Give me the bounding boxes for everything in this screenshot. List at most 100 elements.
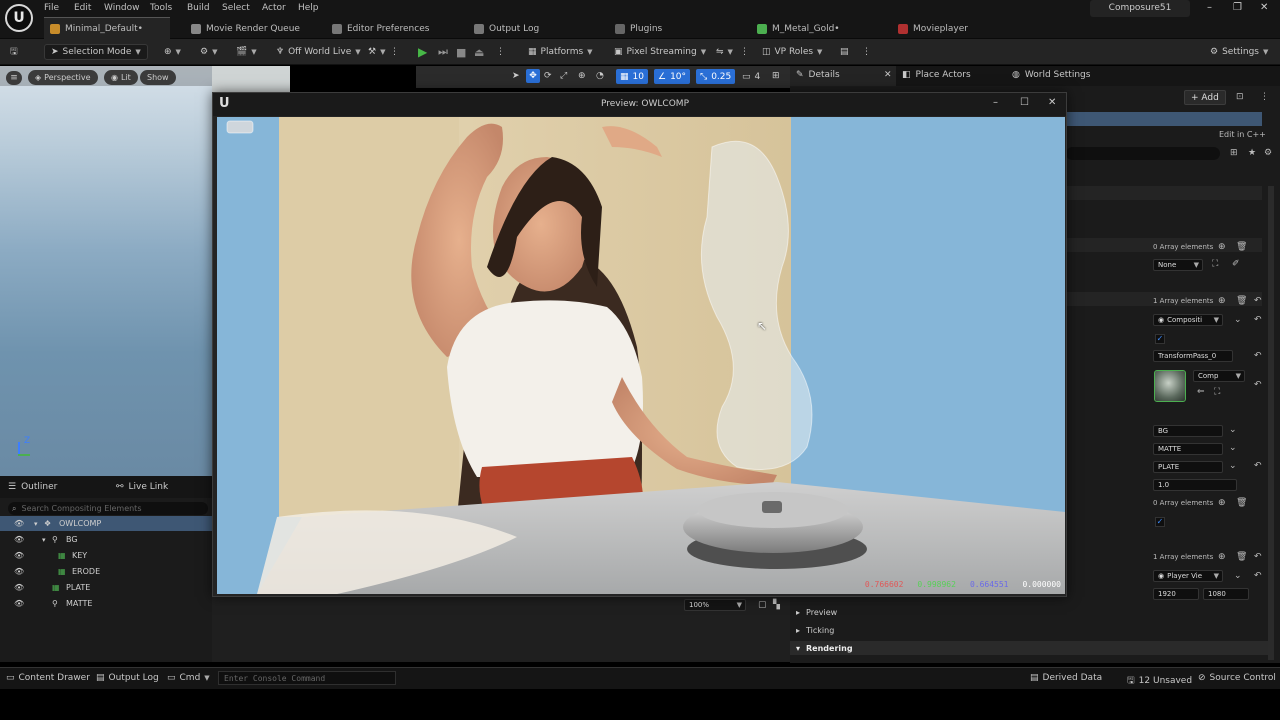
settings-button[interactable]: ⚙ Settings ▼ bbox=[1210, 44, 1268, 60]
console-input[interactable]: Enter Console Command bbox=[218, 671, 396, 685]
outliner-row-owlcomp[interactable]: 👁 ▾ ❖ OWLCOMP bbox=[0, 516, 212, 531]
eye-icon[interactable]: 👁 bbox=[14, 583, 24, 592]
menu-select[interactable]: Select bbox=[222, 3, 250, 13]
camera-icon[interactable]: ▤ bbox=[840, 44, 849, 60]
show-button[interactable]: Show bbox=[140, 70, 176, 85]
player-view-dropdown[interactable]: ◉ Player Vie ▼ bbox=[1153, 570, 1223, 582]
chevron-down-icon[interactable]: ⌄ bbox=[1234, 315, 1242, 325]
world-button[interactable]: ♆ Off World Live ▼ bbox=[276, 44, 361, 60]
grid-snap-button[interactable]: ▦ 10 bbox=[616, 69, 648, 84]
platforms-button[interactable]: ▦ Platforms ▼ bbox=[528, 44, 593, 60]
reset-icon[interactable]: ↶ bbox=[1254, 380, 1262, 390]
eye-icon[interactable]: 👁 bbox=[14, 519, 24, 528]
derived-data-button[interactable]: ▤ Derived Data bbox=[1030, 673, 1102, 683]
minimize-icon[interactable]: – bbox=[993, 97, 998, 108]
bg-element-field[interactable]: BG bbox=[1153, 425, 1223, 437]
tab-output-log[interactable]: Output Log bbox=[474, 21, 539, 37]
tab-outliner[interactable]: ☰ Outliner bbox=[8, 482, 57, 492]
outliner-row-key[interactable]: 👁 ▦ KEY bbox=[0, 548, 212, 563]
eye-icon[interactable]: 👁 bbox=[14, 551, 24, 560]
move-icon[interactable]: ✥ bbox=[526, 69, 540, 83]
tab-world-settings[interactable]: ◍ World Settings bbox=[1012, 70, 1090, 80]
eye-icon[interactable]: 👁 bbox=[14, 599, 24, 608]
menu-edit[interactable]: Edit bbox=[74, 3, 91, 13]
unreal-logo[interactable]: U bbox=[5, 4, 33, 32]
maximize-icon[interactable]: ☐ bbox=[1020, 97, 1029, 108]
details-search-input[interactable] bbox=[1066, 147, 1220, 160]
add-element-icon[interactable]: ⊕ bbox=[1218, 498, 1226, 508]
lit-button[interactable]: ◉ Lit bbox=[104, 70, 138, 85]
outliner-row-bg[interactable]: 👁 ▾ ⚲ BG bbox=[0, 532, 212, 547]
reset-icon[interactable]: ↶ bbox=[1254, 461, 1262, 471]
reset-icon[interactable]: ↶ bbox=[1254, 552, 1262, 562]
reset-icon[interactable]: ↶ bbox=[1254, 351, 1262, 361]
plate-element-field[interactable]: PLATE bbox=[1153, 461, 1223, 473]
unsaved-button[interactable]: 🖫 12 Unsaved bbox=[1127, 673, 1192, 689]
eject-icon[interactable]: ⏏ bbox=[474, 44, 484, 60]
section-ticking[interactable]: ▸ Ticking bbox=[796, 626, 834, 635]
resolution-width-field[interactable]: 1920 bbox=[1153, 588, 1199, 600]
advance-frame-icon[interactable]: ⏭ bbox=[438, 44, 448, 60]
blueprint-icon[interactable]: ⊡ bbox=[1236, 92, 1244, 102]
maximize-icon[interactable]: ❐ bbox=[1233, 2, 1242, 13]
selection-mode-button[interactable]: ➤ Selection Mode ▼ bbox=[44, 44, 148, 60]
trash-icon[interactable]: 🗑 bbox=[1236, 552, 1247, 562]
sequencer-icon[interactable]: ⇋ ▼ bbox=[716, 44, 733, 60]
close-icon[interactable]: ✕ bbox=[1260, 2, 1268, 13]
minimize-icon[interactable]: – bbox=[1207, 2, 1212, 13]
reset-icon[interactable]: ↶ bbox=[1254, 296, 1262, 306]
globe-icon[interactable]: ⊕ bbox=[578, 71, 586, 81]
outliner-search-input[interactable]: ⌕ Search Compositing Elements bbox=[8, 502, 208, 515]
more-icon[interactable]: ⋮ bbox=[862, 44, 871, 60]
rotate-icon[interactable]: ⟳ bbox=[544, 71, 552, 81]
comp-dropdown[interactable]: Comp ▼ bbox=[1193, 370, 1245, 382]
section-rendering[interactable]: ▾ Rendering bbox=[796, 644, 853, 653]
tab-details[interactable]: ✎ Details bbox=[796, 70, 840, 80]
value-field[interactable]: 1.0 bbox=[1153, 479, 1237, 491]
menu-tools[interactable]: Tools bbox=[150, 3, 172, 13]
tab-editor-preferences[interactable]: Editor Preferences bbox=[332, 21, 429, 37]
more-icon[interactable]: ⋮ bbox=[390, 44, 399, 60]
content-drawer-button[interactable]: ▭ Content Drawer bbox=[6, 673, 90, 683]
edit-in-cpp-link[interactable]: Edit in C++ bbox=[1219, 130, 1266, 139]
transform-pass-field[interactable]: TransformPass_0 bbox=[1153, 350, 1233, 362]
reset-icon[interactable]: ↶ bbox=[1254, 571, 1262, 581]
save-icon[interactable]: 🖫 bbox=[10, 44, 18, 60]
layout-icon[interactable]: ⊞ bbox=[772, 71, 780, 81]
material-thumbnail[interactable] bbox=[1154, 370, 1186, 402]
preview-window[interactable]: U Preview: OWLCOMP – ☐ ✕ 0.766602 0.9989… bbox=[212, 92, 1067, 597]
chevron-down-icon[interactable]: ⌄ bbox=[1229, 443, 1237, 453]
none-dropdown[interactable]: None ▼ bbox=[1153, 259, 1203, 271]
camera-speed-button[interactable]: ▭ 4 bbox=[738, 69, 764, 84]
tab-place-actors[interactable]: ◧ Place Actors bbox=[902, 70, 971, 80]
trash-icon[interactable]: 🗑 bbox=[1236, 242, 1247, 252]
hamburger-icon[interactable]: ≡ bbox=[6, 71, 22, 85]
cinematics-icon[interactable]: 🎬 ▼ bbox=[236, 44, 257, 60]
build-icon[interactable]: ⚒ ▼ bbox=[368, 44, 385, 60]
eye-icon[interactable]: 👁 bbox=[14, 567, 24, 576]
outliner-row-plate[interactable]: 👁 ▦ PLATE bbox=[0, 580, 212, 595]
menu-file[interactable]: File bbox=[44, 3, 59, 13]
chevron-down-icon[interactable]: ▾ bbox=[42, 536, 46, 544]
menu-help[interactable]: Help bbox=[298, 3, 319, 13]
checker-icon[interactable]: ▚ bbox=[773, 600, 780, 610]
close-icon[interactable]: ✕ bbox=[884, 70, 892, 80]
use-selected-icon[interactable]: ⇐ bbox=[1197, 387, 1205, 397]
tab-live-link[interactable]: ⚯ Live Link bbox=[116, 482, 168, 492]
resolution-height-field[interactable]: 1080 bbox=[1203, 588, 1249, 600]
matte-element-field[interactable]: MATTE bbox=[1153, 443, 1223, 455]
zoom-dropdown[interactable]: 100% ▼ bbox=[684, 599, 746, 611]
select-icon[interactable]: ➤ bbox=[512, 71, 520, 81]
chevron-down-icon[interactable]: ⌄ bbox=[1234, 571, 1242, 581]
tab-plugins[interactable]: Plugins bbox=[615, 21, 662, 37]
scale-icon[interactable]: ⤢ bbox=[560, 71, 567, 81]
stop-icon[interactable]: ■ bbox=[456, 44, 466, 60]
gear-icon[interactable]: ⚙ bbox=[1264, 148, 1272, 158]
scale-snap-button[interactable]: ⤡ 0.25 bbox=[696, 69, 736, 84]
perspective-button[interactable]: ◈ Perspective bbox=[28, 70, 98, 85]
chevron-down-icon[interactable]: ▾ bbox=[34, 520, 38, 528]
rotation-snap-button[interactable]: ∠ 10° bbox=[654, 69, 691, 84]
cmd-dropdown[interactable]: ▭ Cmd ▼ bbox=[167, 673, 210, 683]
option-checkbox[interactable]: ✓ bbox=[1155, 517, 1165, 527]
table-icon[interactable]: ⊞ bbox=[1230, 148, 1238, 158]
